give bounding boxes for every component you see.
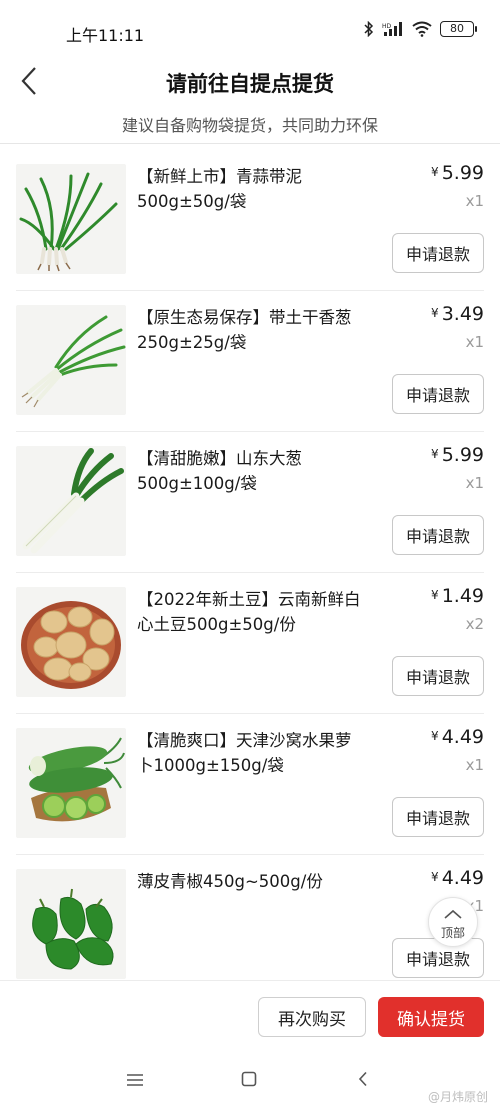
refund-button[interactable]: 申请退款: [392, 374, 484, 414]
bluetooth-icon: [364, 21, 374, 37]
product-image-green-radish[interactable]: [16, 728, 126, 838]
product-item: 【清脆爽口】天津沙窝水果萝卜1000g±150g/袋 ¥4.49 x1 申请退款: [0, 714, 500, 855]
product-list: 【新鲜上市】青蒜带泥500g±50g/袋 ¥5.99 x1 申请退款 【原生态易…: [0, 150, 500, 980]
cellular-signal-icon: HD: [382, 21, 404, 37]
product-price: ¥4.49: [431, 726, 484, 748]
menu-button[interactable]: [120, 1068, 150, 1094]
product-price: ¥4.49: [431, 867, 484, 889]
currency-symbol: ¥: [431, 165, 439, 179]
product-quantity: x1: [465, 474, 484, 492]
product-price: ¥5.99: [431, 162, 484, 184]
price-value: 4.49: [441, 726, 484, 748]
rebuy-button[interactable]: 再次购买: [258, 997, 366, 1037]
back-to-top-button[interactable]: 顶部: [428, 897, 478, 947]
product-title[interactable]: 【清脆爽口】天津沙窝水果萝卜1000g±150g/袋: [137, 728, 367, 778]
refund-button[interactable]: 申请退款: [392, 233, 484, 273]
currency-symbol: ¥: [431, 729, 439, 743]
battery-icon: 80: [440, 21, 477, 37]
refund-button[interactable]: 申请退款: [392, 797, 484, 837]
home-icon: [241, 1071, 257, 1091]
menu-icon: [126, 1072, 144, 1091]
confirm-pickup-button[interactable]: 确认提货: [378, 997, 484, 1037]
price-value: 4.49: [441, 867, 484, 889]
status-time: 上午11:11: [66, 26, 145, 45]
currency-symbol: ¥: [431, 306, 439, 320]
product-quantity: x1: [465, 333, 484, 351]
product-item: 【清甜脆嫩】山东大葱500g±100g/袋 ¥5.99 x1 申请退款: [0, 432, 500, 573]
currency-symbol: ¥: [431, 870, 439, 884]
product-quantity: x1: [465, 192, 484, 210]
chevron-up-icon: [443, 904, 463, 923]
currency-symbol: ¥: [431, 588, 439, 602]
svg-text:HD: HD: [382, 23, 392, 30]
product-item: 【原生态易保存】带土干香葱250g±25g/袋 ¥3.49 x1 申请退款: [0, 291, 500, 432]
page-title: 请前往自提点提货: [166, 72, 334, 96]
status-icons: HD 80: [364, 21, 477, 37]
product-image-scallion[interactable]: [16, 305, 126, 415]
product-title[interactable]: 【2022年新土豆】云南新鲜白心土豆500g±50g/份: [137, 587, 367, 637]
product-image-potatoes[interactable]: [16, 587, 126, 697]
price-value: 5.99: [441, 162, 484, 184]
wifi-icon: [412, 21, 432, 37]
back-icon: [358, 1071, 368, 1091]
product-image-leek[interactable]: [16, 446, 126, 556]
nav-back-button[interactable]: [348, 1068, 378, 1094]
product-price: ¥3.49: [431, 303, 484, 325]
product-item: 【新鲜上市】青蒜带泥500g±50g/袋 ¥5.99 x1 申请退款: [0, 150, 500, 291]
page-subtitle: 建议自备购物袋提货，共同助力环保: [121, 116, 378, 135]
watermark: @月炜原创: [427, 1090, 488, 1104]
product-image-green-pepper[interactable]: [16, 869, 126, 979]
product-title[interactable]: 薄皮青椒450g~500g/份: [137, 869, 367, 894]
product-title[interactable]: 【新鲜上市】青蒜带泥500g±50g/袋: [137, 164, 367, 214]
product-price: ¥1.49: [431, 585, 484, 607]
product-quantity: x1: [465, 756, 484, 774]
product-price: ¥5.99: [431, 444, 484, 466]
refund-button[interactable]: 申请退款: [392, 515, 484, 555]
currency-symbol: ¥: [431, 447, 439, 461]
product-title[interactable]: 【清甜脆嫩】山东大葱500g±100g/袋: [137, 446, 367, 496]
price-value: 5.99: [441, 444, 484, 466]
status-bar: 上午11:11 HD 80: [0, 0, 500, 62]
product-item: 【2022年新土豆】云南新鲜白心土豆500g±50g/份 ¥1.49 x2 申请…: [0, 573, 500, 714]
product-quantity: x2: [465, 615, 484, 633]
product-title[interactable]: 【原生态易保存】带土干香葱250g±25g/袋: [137, 305, 367, 355]
system-nav-bar: @月炜原创: [0, 1052, 500, 1111]
price-value: 3.49: [441, 303, 484, 325]
header-divider: [0, 143, 500, 144]
price-value: 1.49: [441, 585, 484, 607]
back-to-top-label: 顶部: [440, 925, 465, 940]
refund-button[interactable]: 申请退款: [392, 938, 484, 978]
header: 请前往自提点提货: [0, 60, 500, 106]
product-item: 薄皮青椒450g~500g/份 ¥4.49 x1 申请退款: [0, 855, 500, 980]
bottom-action-bar: 再次购买 确认提货: [0, 980, 500, 1052]
product-image-green-garlic[interactable]: [16, 164, 126, 274]
home-button[interactable]: [234, 1068, 264, 1094]
refund-button[interactable]: 申请退款: [392, 656, 484, 696]
